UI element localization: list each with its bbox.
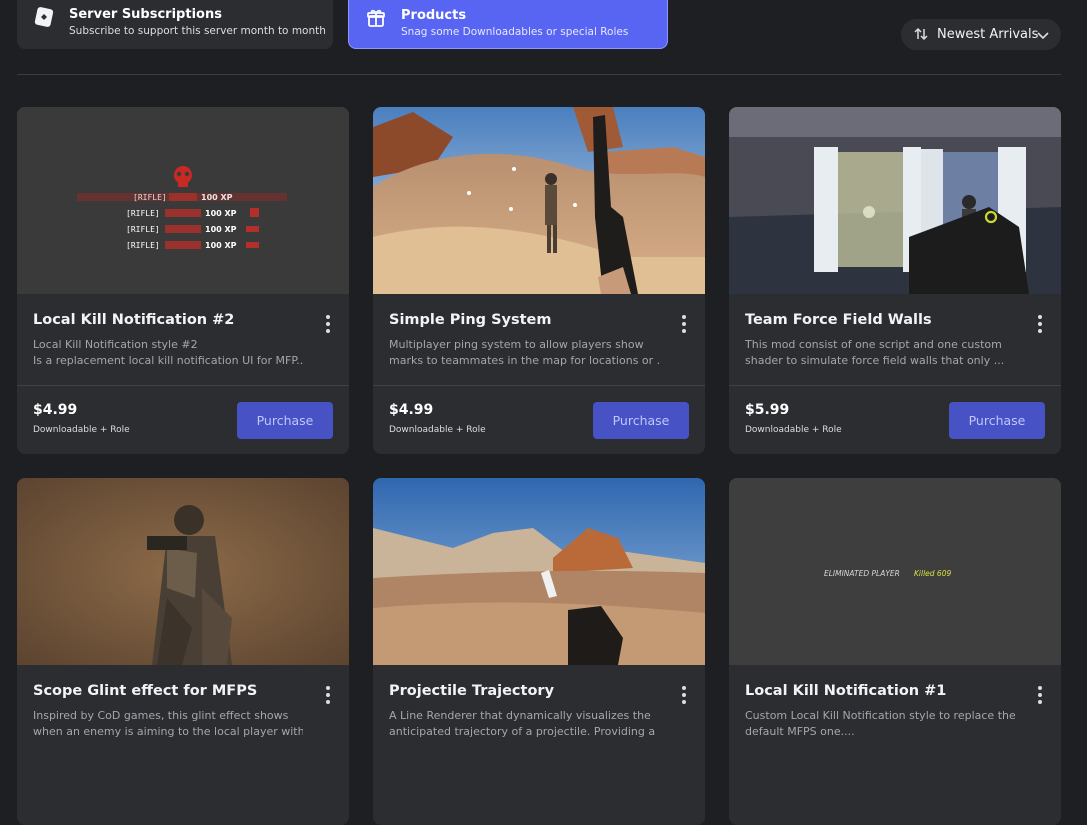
svg-text:[RIFLE]: [RIFLE] bbox=[126, 241, 160, 250]
sort-label: Newest Arrivals bbox=[937, 27, 1039, 42]
description-line: shader to simulate force field walls tha… bbox=[745, 354, 1005, 367]
description-line: A Line Renderer that dynamically visuali… bbox=[389, 709, 651, 722]
tab-title: Products bbox=[401, 8, 467, 23]
product-description: Multiplayer ping system to allow players… bbox=[389, 337, 659, 369]
sort-dropdown[interactable]: Newest Arrivals bbox=[901, 19, 1061, 50]
tab-subtitle: Snag some Downloadables or special Roles bbox=[401, 26, 629, 38]
tab-products[interactable]: Products Snag some Downloadables or spec… bbox=[348, 0, 668, 49]
card-divider bbox=[373, 385, 705, 386]
svg-text:ELIMINATED PLAYER: ELIMINATED PLAYER bbox=[824, 569, 900, 578]
svg-text:100 XP: 100 XP bbox=[201, 193, 233, 202]
more-options-icon[interactable] bbox=[677, 315, 691, 337]
product-card[interactable]: Projectile Trajectory A Line Renderer th… bbox=[373, 478, 705, 825]
product-type: Downloadable + Role bbox=[389, 425, 486, 435]
product-price: $4.99 bbox=[389, 402, 434, 418]
product-thumbnail bbox=[373, 107, 705, 294]
description-line: Inspired by CoD games, this glint effect… bbox=[33, 709, 289, 722]
product-card[interactable]: Scope Glint effect for MFPS Inspired by … bbox=[17, 478, 349, 825]
product-type: Downloadable + Role bbox=[745, 425, 842, 435]
description-line: Custom Local Kill Notification style to … bbox=[745, 709, 1015, 722]
divider bbox=[17, 74, 1061, 75]
product-thumbnail bbox=[17, 478, 349, 665]
product-thumbnail: ELIMINATED PLAYER Killed 609 bbox=[729, 478, 1061, 665]
product-thumbnail bbox=[373, 478, 705, 665]
tab-title: Server Subscriptions bbox=[69, 7, 222, 22]
product-type: Downloadable + Role bbox=[33, 425, 130, 435]
product-price: $4.99 bbox=[33, 402, 78, 418]
sort-arrows-icon bbox=[913, 26, 929, 42]
ticket-icon bbox=[33, 6, 55, 28]
description-line: anticipated trajectory of a projectile. … bbox=[389, 725, 659, 738]
description-line: default MFPS one.... bbox=[745, 725, 855, 738]
more-options-icon[interactable] bbox=[321, 315, 335, 337]
card-divider bbox=[17, 385, 349, 386]
description-line: Multiplayer ping system to allow players… bbox=[389, 338, 644, 351]
tab-server-subscriptions[interactable]: Server Subscriptions Subscribe to suppor… bbox=[17, 0, 333, 49]
product-card[interactable]: Simple Ping System Multiplayer ping syst… bbox=[373, 107, 705, 454]
purchase-button[interactable]: Purchase bbox=[237, 402, 333, 439]
description-line: This mod consist of one script and one c… bbox=[745, 338, 1002, 351]
svg-text:[RIFLE]: [RIFLE] bbox=[126, 225, 160, 234]
svg-text:Killed 609: Killed 609 bbox=[914, 569, 951, 578]
svg-text:100 XP: 100 XP bbox=[205, 241, 237, 250]
product-price: $5.99 bbox=[745, 402, 790, 418]
purchase-button[interactable]: Purchase bbox=[949, 402, 1045, 439]
product-thumbnail: [RIFLE] 100 XP [RIFLE] 100 XP [RIFLE] 10… bbox=[17, 107, 349, 294]
description-line: marks to teammates in the map for locati… bbox=[389, 354, 659, 367]
product-title: Local Kill Notification #1 bbox=[745, 683, 947, 699]
svg-text:[RIFLE]: [RIFLE] bbox=[126, 209, 160, 218]
top-bar: Server Subscriptions Subscribe to suppor… bbox=[0, 0, 1087, 74]
chevron-down-icon bbox=[1037, 29, 1049, 41]
card-divider bbox=[729, 385, 1061, 386]
product-card[interactable]: Team Force Field Walls This mod consist … bbox=[729, 107, 1061, 454]
gift-icon bbox=[365, 7, 387, 29]
product-description: This mod consist of one script and one c… bbox=[745, 337, 1015, 369]
svg-text:100 XP: 100 XP bbox=[205, 225, 237, 234]
product-description: Inspired by CoD games, this glint effect… bbox=[33, 708, 303, 740]
more-options-icon[interactable] bbox=[1033, 686, 1047, 708]
product-title: Local Kill Notification #2 bbox=[33, 312, 235, 328]
product-description: Custom Local Kill Notification style to … bbox=[745, 708, 1015, 740]
product-title: Simple Ping System bbox=[389, 312, 552, 328]
purchase-button[interactable]: Purchase bbox=[593, 402, 689, 439]
product-title: Team Force Field Walls bbox=[745, 312, 932, 328]
description-line: when an enemy is aiming to the local pla… bbox=[33, 725, 303, 738]
svg-text:100 XP: 100 XP bbox=[205, 209, 237, 218]
product-description: A Line Renderer that dynamically visuali… bbox=[389, 708, 659, 740]
product-card[interactable]: [RIFLE] 100 XP [RIFLE] 100 XP [RIFLE] 10… bbox=[17, 107, 349, 454]
product-thumbnail bbox=[729, 107, 1061, 294]
more-options-icon[interactable] bbox=[677, 686, 691, 708]
product-title: Scope Glint effect for MFPS bbox=[33, 683, 258, 699]
more-options-icon[interactable] bbox=[321, 686, 335, 708]
description-line: Is a replacement local kill notification… bbox=[33, 354, 303, 367]
tab-subtitle: Subscribe to support this server month t… bbox=[69, 25, 326, 37]
more-options-icon[interactable] bbox=[1033, 315, 1047, 337]
product-description: Local Kill Notification style #2 Is a re… bbox=[33, 337, 303, 369]
svg-text:[RIFLE]: [RIFLE] bbox=[133, 193, 167, 202]
product-card[interactable]: ELIMINATED PLAYER Killed 609 Local Kill … bbox=[729, 478, 1061, 825]
product-title: Projectile Trajectory bbox=[389, 683, 555, 699]
description-line: Local Kill Notification style #2 bbox=[33, 338, 198, 351]
